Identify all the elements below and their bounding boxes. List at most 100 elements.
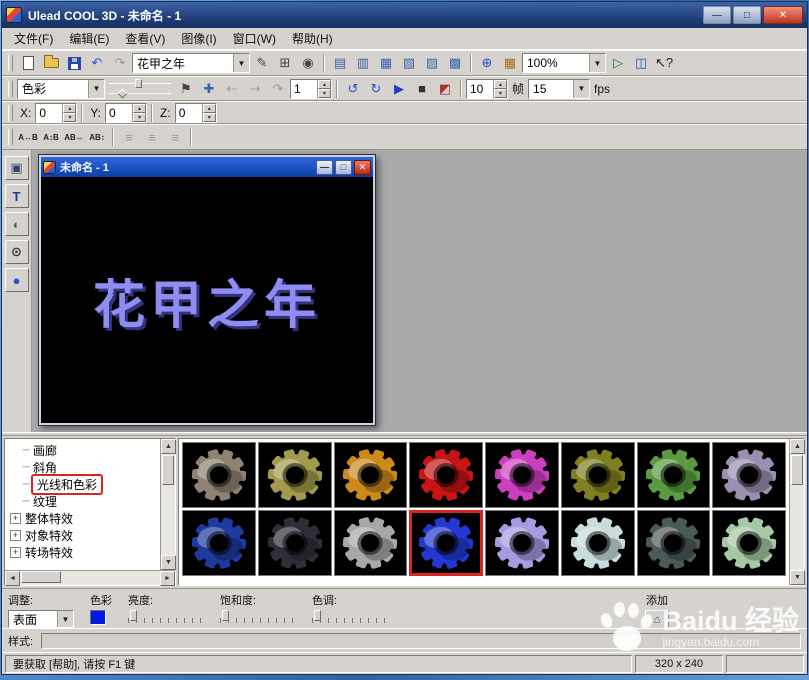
tree-vertical-scrollbar[interactable]: ▲ ▼ bbox=[160, 439, 176, 570]
spin-up-icon[interactable]: ▴ bbox=[202, 103, 216, 113]
expander-plus-icon[interactable]: + bbox=[10, 530, 21, 541]
chevron-down-icon[interactable]: ▼ bbox=[233, 54, 249, 72]
rotate-cw-icon[interactable]: ↻ bbox=[365, 79, 387, 99]
toolbar-grip[interactable] bbox=[8, 55, 13, 71]
toolbar-grip[interactable] bbox=[8, 129, 13, 145]
z-spinner[interactable]: 0 ▴ ▾ bbox=[174, 102, 217, 123]
spin-up-icon[interactable]: ▴ bbox=[133, 103, 147, 113]
tree-item[interactable]: + 转场特效 bbox=[7, 544, 160, 561]
x-spinner[interactable]: 0 ▴ ▾ bbox=[35, 102, 78, 123]
document-close-button[interactable]: ✕ bbox=[354, 159, 371, 175]
scroll-up-icon[interactable]: ▲ bbox=[790, 439, 805, 454]
stop-button[interactable]: ■ bbox=[411, 79, 433, 99]
document-titlebar[interactable]: 未命名 - 1 — □ ✕ bbox=[41, 157, 373, 177]
chevron-down-icon[interactable]: ▼ bbox=[573, 79, 590, 98]
menu-image[interactable]: 图像(I) bbox=[173, 28, 224, 49]
document-maximize-button[interactable]: □ bbox=[335, 159, 352, 175]
scroll-right-icon[interactable]: ► bbox=[160, 571, 175, 586]
toolbar-toggle-icon[interactable]: ▨ bbox=[421, 53, 443, 73]
attribute-combobox[interactable]: 色彩 ▼ bbox=[17, 78, 105, 99]
menu-window[interactable]: 窗口(W) bbox=[225, 28, 284, 49]
gear-style-thumbnail[interactable] bbox=[560, 442, 635, 508]
toolbar-grip[interactable] bbox=[8, 104, 13, 121]
gear-style-thumbnail[interactable] bbox=[257, 510, 332, 576]
scroll-down-icon[interactable]: ▼ bbox=[161, 555, 176, 570]
flag-icon[interactable]: ⚑ bbox=[175, 79, 197, 99]
color-swatch[interactable] bbox=[90, 610, 106, 625]
kerning-icon[interactable]: AB↔ bbox=[63, 127, 85, 147]
gear-style-thumbnail[interactable] bbox=[409, 442, 483, 508]
open-folder-icon[interactable] bbox=[40, 53, 62, 73]
scroll-track[interactable] bbox=[20, 571, 160, 585]
slider-thumb[interactable] bbox=[130, 610, 137, 621]
scroll-track[interactable] bbox=[161, 454, 175, 555]
tree-item[interactable]: ─ 画廊 bbox=[7, 442, 160, 459]
undo-icon[interactable]: ↶ bbox=[86, 53, 108, 73]
step-forward-icon[interactable]: ⇢ bbox=[244, 79, 266, 99]
align-left-icon[interactable]: ≡ bbox=[118, 127, 140, 147]
chevron-down-icon[interactable]: ▼ bbox=[589, 54, 605, 72]
menu-edit[interactable]: 编辑(E) bbox=[61, 28, 117, 49]
attribute-slider[interactable] bbox=[109, 88, 171, 99]
menu-view[interactable]: 查看(V) bbox=[117, 28, 173, 49]
maximize-button[interactable]: □ bbox=[733, 6, 761, 24]
scroll-track[interactable] bbox=[790, 454, 804, 570]
frames-combobox[interactable]: 15 ▼ bbox=[528, 78, 591, 99]
render-animation-icon[interactable]: ▷ bbox=[607, 53, 629, 73]
nudge-tool-icon[interactable]: ✚ bbox=[198, 79, 220, 99]
scroll-up-icon[interactable]: ▲ bbox=[161, 439, 176, 454]
spin-down-icon[interactable]: ▾ bbox=[494, 88, 507, 98]
zoom-combobox[interactable]: 100% ▼ bbox=[522, 53, 606, 73]
menu-help[interactable]: 帮助(H) bbox=[284, 28, 341, 49]
spin-down-icon[interactable]: ▾ bbox=[63, 112, 77, 122]
export-icon[interactable]: ◫ bbox=[630, 53, 652, 73]
step-back-icon[interactable]: ⇠ bbox=[221, 79, 243, 99]
tree-item[interactable]: ─ 光线和色彩 bbox=[7, 474, 160, 495]
gear-style-thumbnail[interactable] bbox=[182, 442, 256, 508]
add-to-gallery-button[interactable]: ⌂ bbox=[645, 610, 669, 629]
slider-thumb[interactable] bbox=[135, 79, 142, 88]
tree-horizontal-scrollbar[interactable]: ◄ ► bbox=[5, 570, 175, 586]
insert-graphics-button[interactable]: ◐ bbox=[4, 212, 29, 236]
toolbar-toggle-icon[interactable]: ▥ bbox=[352, 53, 374, 73]
align-right-icon[interactable]: ≡ bbox=[164, 127, 186, 147]
spin-up-icon[interactable]: ▴ bbox=[318, 79, 331, 89]
document-window[interactable]: 未命名 - 1 — □ ✕ 花甲之年 bbox=[38, 154, 376, 426]
gear-style-thumbnail-selected[interactable] bbox=[409, 510, 483, 576]
tree-item[interactable]: ─ 纹理 bbox=[7, 493, 160, 510]
document-minimize-button[interactable]: — bbox=[316, 159, 333, 175]
new-document-icon[interactable] bbox=[17, 53, 39, 73]
gear-style-thumbnail[interactable] bbox=[333, 510, 408, 576]
brightness-slider[interactable] bbox=[128, 610, 204, 623]
spin-up-icon[interactable]: ▴ bbox=[63, 103, 77, 113]
globe-icon[interactable]: ⊕ bbox=[476, 53, 498, 73]
font-combobox[interactable]: 花甲之年 ▼ bbox=[132, 53, 250, 73]
gear-style-thumbnail[interactable] bbox=[182, 510, 256, 576]
spin-up-icon[interactable]: ▴ bbox=[494, 79, 507, 89]
insert-text-button[interactable]: T bbox=[4, 184, 29, 208]
duration-spinner[interactable]: 10 ▴ ▾ bbox=[466, 78, 508, 99]
gear-style-thumbnail[interactable] bbox=[485, 510, 559, 576]
char-spacing-icon[interactable]: A↔B bbox=[17, 127, 39, 147]
tree-item[interactable]: + 对象特效 bbox=[7, 527, 160, 544]
titlebar[interactable]: Ulead COOL 3D - 未命名 - 1 — □ ✕ bbox=[2, 2, 807, 28]
close-button[interactable]: ✕ bbox=[763, 6, 803, 24]
toolbar-toggle-icon[interactable]: ▧ bbox=[398, 53, 420, 73]
spin-down-icon[interactable]: ▾ bbox=[133, 112, 147, 122]
gear-style-thumbnail[interactable] bbox=[485, 442, 559, 508]
scroll-left-icon[interactable]: ◄ bbox=[5, 571, 20, 586]
tree-item[interactable]: + 整体特效 bbox=[7, 510, 160, 527]
toolbar-toggle-icon[interactable]: ▩ bbox=[444, 53, 466, 73]
grid-snap-icon[interactable]: ⊞ bbox=[274, 53, 296, 73]
line-spacing-icon[interactable]: A↕B bbox=[40, 127, 62, 147]
gear-style-thumbnail[interactable] bbox=[712, 442, 786, 508]
expander-plus-icon[interactable]: + bbox=[10, 547, 21, 558]
gear-style-thumbnail[interactable] bbox=[333, 442, 408, 508]
zoom-tool-button[interactable]: ⊙ bbox=[4, 240, 29, 264]
text-dialog-button[interactable]: ▣ bbox=[4, 156, 29, 180]
rotate-ccw-icon[interactable]: ↺ bbox=[342, 79, 364, 99]
saturation-slider[interactable] bbox=[220, 610, 296, 623]
slider-thumb[interactable] bbox=[222, 610, 229, 621]
minimize-button[interactable]: — bbox=[703, 6, 731, 24]
render-canvas[interactable]: 花甲之年 bbox=[41, 177, 373, 423]
